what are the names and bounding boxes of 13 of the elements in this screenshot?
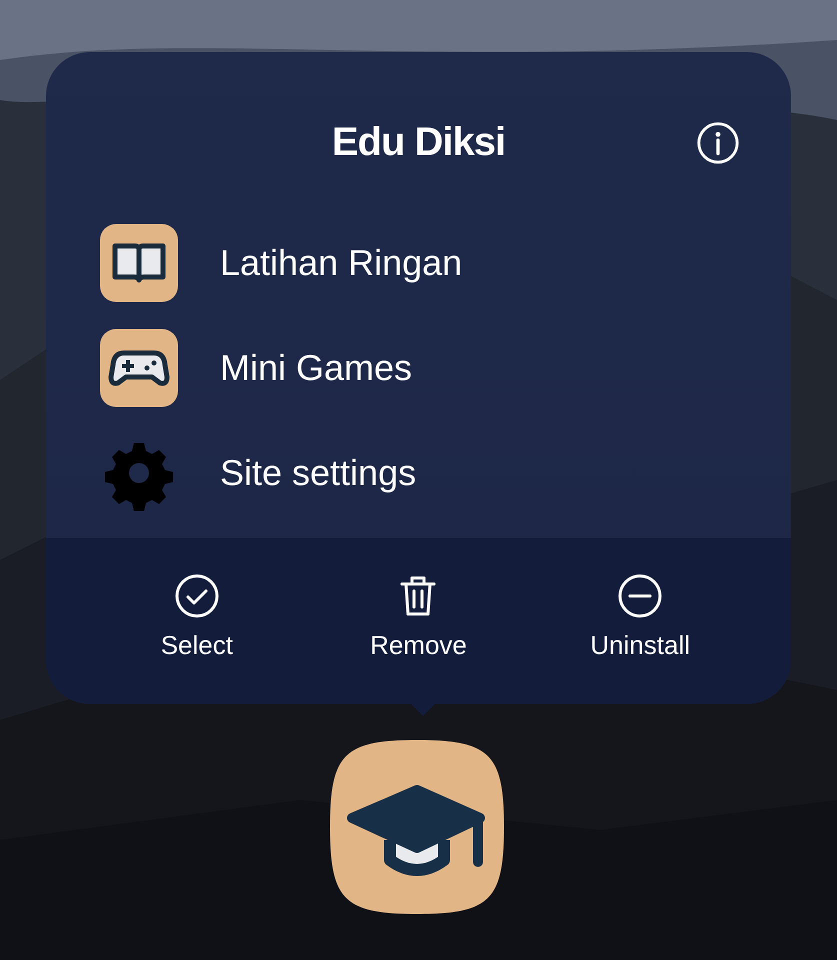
book-icon — [100, 224, 178, 302]
shortcut-item[interactable]: Site settings — [100, 434, 791, 512]
graduation-cap-icon[interactable] — [330, 740, 504, 914]
info-icon[interactable] — [695, 120, 741, 166]
shortcut-item[interactable]: Latihan Ringan — [100, 224, 791, 302]
shortcut-item[interactable]: Mini Games — [100, 329, 791, 407]
action-button[interactable]: Select — [116, 538, 277, 704]
action-button[interactable]: Uninstall — [560, 538, 720, 704]
minus-circle-icon — [616, 572, 664, 620]
app-title: Edu Diksi — [332, 120, 506, 164]
action-button[interactable]: Remove — [338, 538, 498, 704]
check-circle-icon — [172, 572, 221, 620]
gamepad-icon — [100, 329, 178, 407]
